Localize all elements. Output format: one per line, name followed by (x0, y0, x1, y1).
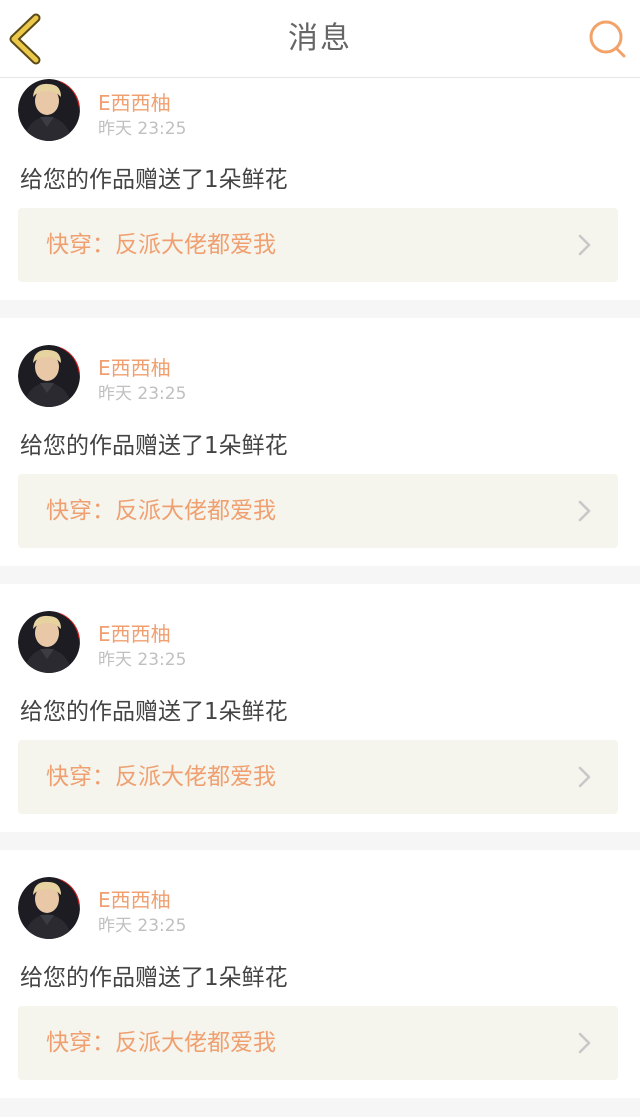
book-link[interactable]: 快穿：反派大佬都爱我 (18, 474, 618, 548)
page-title: 消息 (288, 21, 352, 56)
book-title: 快穿：反派大佬都爱我 (46, 1030, 276, 1056)
avatar[interactable] (18, 345, 80, 407)
chevron-right-icon (578, 766, 591, 788)
book-link[interactable]: 快穿：反派大佬都爱我 (18, 208, 618, 282)
sender-name[interactable]: E西西柚 (98, 87, 171, 116)
book-title: 快穿：反派大佬都爱我 (46, 232, 276, 258)
sender-name[interactable]: E西西柚 (98, 884, 171, 913)
message-card: E西西柚 昨天 23:25 给您的作品赠送了1朵鲜花 快穿：反派大佬都爱我 (0, 850, 640, 1098)
avatar[interactable] (18, 611, 80, 673)
book-title: 快穿：反派大佬都爱我 (46, 498, 276, 524)
avatar[interactable] (18, 877, 80, 939)
top-nav-bar: 消息 (0, 0, 640, 78)
chevron-right-icon (578, 234, 591, 256)
message-card: E西西柚 昨天 23:25 给您的作品赠送了1朵鲜花 快穿：反派大佬都爱我 (0, 584, 640, 832)
message-card: E西西柚 昨天 23:25 给您的作品赠送了1朵鲜花 快穿：反派大佬都爱我 (0, 78, 640, 300)
message-time: 昨天 23:25 (98, 916, 187, 936)
message-time: 昨天 23:25 (98, 119, 187, 139)
message-time: 昨天 23:25 (98, 384, 187, 404)
book-link[interactable]: 快穿：反派大佬都爱我 (18, 740, 618, 814)
message-text: 给您的作品赠送了1朵鲜花 (20, 699, 288, 725)
message-text: 给您的作品赠送了1朵鲜花 (20, 965, 288, 991)
message-text: 给您的作品赠送了1朵鲜花 (20, 167, 288, 193)
message-time: 昨天 23:25 (98, 650, 187, 670)
book-link[interactable]: 快穿：反派大佬都爱我 (18, 1006, 618, 1080)
avatar[interactable] (18, 79, 80, 141)
message-card: E西西柚 昨天 23:25 给您的作品赠送了1朵鲜花 快穿：反派大佬都爱我 (0, 318, 640, 566)
chevron-right-icon (578, 1032, 591, 1054)
chevron-right-icon (578, 500, 591, 522)
search-icon[interactable] (586, 17, 630, 61)
message-text: 给您的作品赠送了1朵鲜花 (20, 433, 288, 459)
sender-name[interactable]: E西西柚 (98, 352, 171, 381)
book-title: 快穿：反派大佬都爱我 (46, 764, 276, 790)
sender-name[interactable]: E西西柚 (98, 618, 171, 647)
